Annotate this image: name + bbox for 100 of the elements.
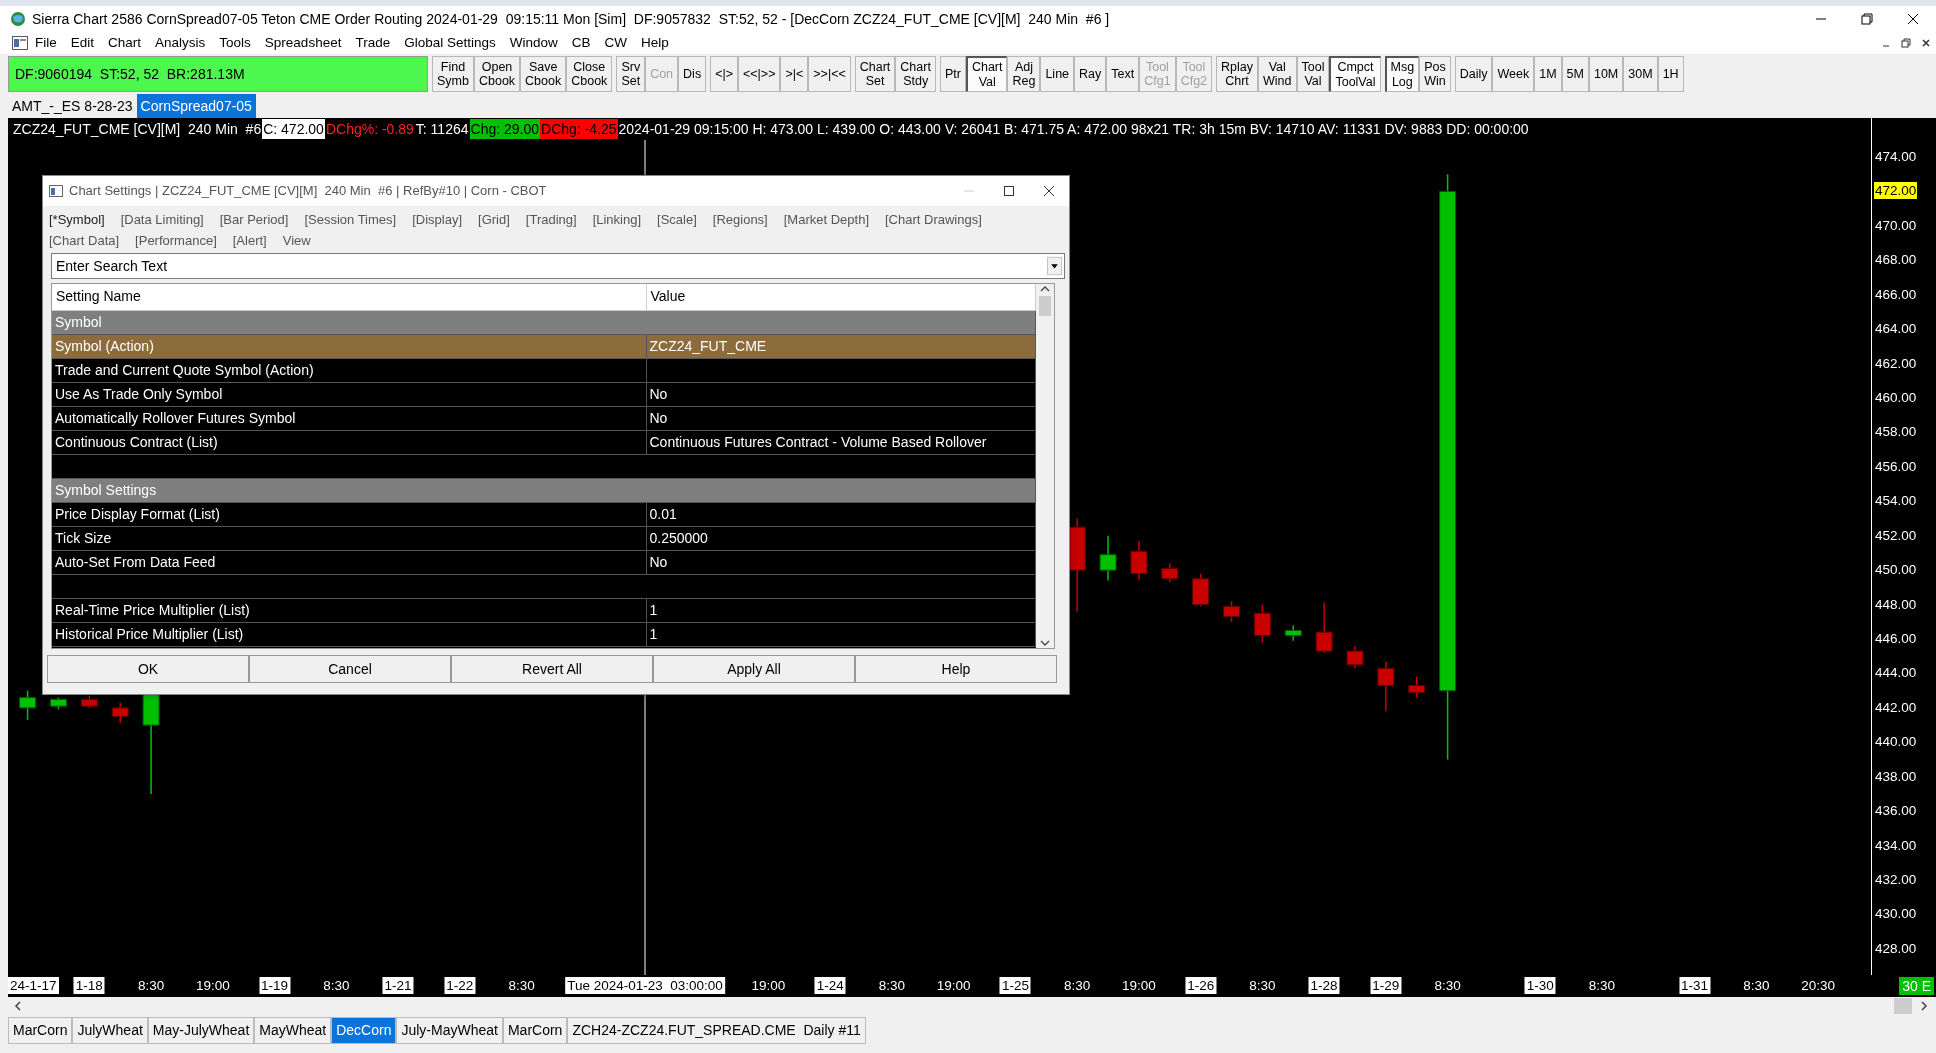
settings-tab[interactable]: [Data Limiting]	[120, 209, 204, 230]
dialog-button[interactable]: Cancel	[249, 655, 451, 683]
settings-tab[interactable]: [Market Depth]	[783, 209, 869, 230]
toolbar-button[interactable]: >|<	[780, 56, 809, 92]
toolbar-button[interactable]: Rplay Chrt	[1216, 56, 1258, 92]
toolbar-button[interactable]: Adj Reg	[1007, 56, 1041, 92]
settings-tab[interactable]: [Linking]	[592, 209, 642, 230]
column-header[interactable]: Value	[646, 284, 1036, 310]
menu-item[interactable]: Spreadsheet	[257, 32, 349, 54]
toolbar-button[interactable]: Cmpct ToolVal	[1329, 56, 1381, 92]
toolbar-button[interactable]: 30M	[1623, 56, 1658, 92]
settings-tab[interactable]: [Scale]	[657, 209, 697, 230]
chart-tab[interactable]: MarCorn	[502, 1017, 568, 1044]
toolbar-button[interactable]: >>|<<	[808, 56, 851, 92]
toolbar-button[interactable]: Ray	[1074, 56, 1107, 92]
toolbar-button[interactable]: Val Wind	[1258, 56, 1297, 92]
scroll-right-icon[interactable]	[1920, 1001, 1928, 1011]
chart-tab[interactable]: JulyWheat	[72, 1017, 148, 1044]
restore-icon[interactable]	[1861, 13, 1873, 25]
menu-item[interactable]: Tools	[212, 32, 258, 54]
dialog-button[interactable]: Apply All	[653, 655, 855, 683]
menu-item[interactable]: Analysis	[148, 32, 213, 54]
chart-tab[interactable]: MayWheat	[254, 1017, 332, 1044]
toolbar-button[interactable]: Open Cbook	[473, 56, 521, 92]
menu-item[interactable]: CW	[597, 32, 634, 54]
scrollbar-thumb[interactable]	[1894, 998, 1912, 1014]
time-label: 19:00	[750, 977, 787, 994]
menu-item[interactable]: Edit	[63, 32, 102, 54]
toolbar-button[interactable]: <<|>>	[738, 56, 781, 92]
toolbar-button[interactable]: Srv Set	[616, 56, 646, 92]
settings-row[interactable]: Historical Price Multiplier (List) 1	[52, 622, 1036, 646]
column-header[interactable]: Setting Name	[52, 284, 646, 310]
chart-tab[interactable]: DecCorn	[331, 1017, 397, 1044]
close-icon[interactable]	[1921, 38, 1931, 48]
settings-tab[interactable]: [Trading]	[525, 209, 577, 230]
settings-row[interactable]: Price Display Format (List) 0.01	[52, 502, 1036, 526]
settings-row[interactable]: Trade and Current Quote Symbol (Action)	[52, 358, 1036, 382]
settings-tab[interactable]: [Chart Drawings]	[885, 209, 982, 230]
menu-item[interactable]: Help	[634, 32, 676, 54]
settings-row[interactable]: Real-Time Price Multiplier (List) 1	[52, 598, 1036, 622]
close-icon[interactable]	[1907, 13, 1919, 25]
dialog-button[interactable]: Help	[855, 655, 1057, 683]
chart-tab[interactable]: ZCH24-ZCZ24.FUT_SPREAD.CME Daily #11	[567, 1017, 866, 1044]
menu-item[interactable]: File	[28, 32, 64, 54]
toolbar-button[interactable]: Text	[1106, 56, 1140, 92]
toolbar-button[interactable]: Chart Stdy	[895, 56, 936, 92]
chartbook-tab[interactable]: CornSpread07-05	[136, 94, 256, 118]
toolbar-button[interactable]: 10M	[1588, 56, 1624, 92]
settings-row[interactable]: Continuous Contract (List) Continuous Futures Contract - Volume Based Rollover	[52, 430, 1036, 454]
toolbar-button[interactable]: Daily	[1454, 56, 1493, 92]
toolbar-button[interactable]: Dis	[678, 56, 707, 92]
settings-tab[interactable]: [Session Times]	[304, 209, 397, 230]
settings-tab[interactable]: [Chart Data]	[49, 230, 120, 251]
chart-tab[interactable]: MarCorn	[8, 1017, 73, 1044]
settings-row[interactable]: Symbol (Action) ZCZ24_FUT_CME	[52, 334, 1036, 358]
settings-tab[interactable]: [Alert]	[232, 230, 267, 251]
settings-tab[interactable]: View	[282, 230, 311, 251]
toolbar-button[interactable]: Chart Set	[854, 56, 896, 92]
toolbar-button[interactable]: Line	[1040, 56, 1075, 92]
toolbar-button[interactable]: 1H	[1657, 56, 1684, 92]
dialog-button[interactable]: Revert All	[451, 655, 653, 683]
toolbar-button[interactable]: Ptr	[939, 56, 966, 92]
toolbar-button[interactable]: Close Cbook	[566, 56, 613, 92]
menu-item[interactable]: Chart	[101, 32, 149, 54]
toolbar-button[interactable]: 1M	[1534, 56, 1562, 92]
toolbar-button[interactable]: Msg Log	[1384, 56, 1420, 92]
toolbar-button[interactable]: Tool Val	[1296, 56, 1330, 92]
scroll-down-icon[interactable]	[1040, 638, 1050, 648]
chart-tab[interactable]: May-JulyWheat	[147, 1017, 255, 1044]
settings-row[interactable]: Use As Trade Only Symbol No	[52, 382, 1036, 406]
toolbar-button[interactable]: 5M	[1561, 56, 1589, 92]
menu-item[interactable]: Global Settings	[397, 32, 503, 54]
date-label: 1-22	[444, 977, 476, 994]
menu-item[interactable]: Trade	[348, 32, 398, 54]
toolbar-button[interactable]: Chart Val	[965, 56, 1008, 92]
settings-row[interactable]: Automatically Rollover Futures Symbol No	[52, 406, 1036, 430]
dialog-button[interactable]: OK	[47, 655, 249, 683]
settings-tab[interactable]: [*Symbol]	[49, 209, 105, 230]
chartbook-tab[interactable]: AMT_-_ES 8-28-23	[8, 94, 137, 118]
settings-tab[interactable]: [Regions]	[712, 209, 768, 230]
settings-tab[interactable]: [Grid]	[478, 209, 510, 230]
chart-tab[interactable]: July-MayWheat	[396, 1017, 503, 1044]
scrollbar-thumb[interactable]	[1039, 296, 1051, 316]
toolbar-button[interactable]: Week	[1492, 56, 1535, 92]
toolbar-button[interactable]: Save Cbook	[520, 56, 567, 92]
settings-tab[interactable]: [Performance]	[135, 230, 217, 251]
settings-tab[interactable]: [Display]	[412, 209, 462, 230]
restore-icon[interactable]	[1901, 38, 1911, 48]
settings-row[interactable]: Auto-Set From Data Feed No	[52, 550, 1036, 574]
settings-tab[interactable]: [Bar Period]	[219, 209, 289, 230]
toolbar-button[interactable]: Pos Win	[1419, 56, 1451, 92]
scroll-left-icon[interactable]	[14, 1001, 22, 1011]
menu-item[interactable]: CB	[564, 32, 598, 54]
toolbar-button[interactable]: <|>	[710, 56, 738, 92]
close-icon[interactable]	[1043, 185, 1055, 197]
toolbar-button[interactable]: Find Symb	[432, 56, 474, 92]
scroll-up-icon[interactable]	[1040, 284, 1050, 294]
menu-item[interactable]: Window	[502, 32, 565, 54]
maximize-icon[interactable]	[1003, 185, 1015, 197]
settings-row[interactable]: Tick Size 0.250000	[52, 526, 1036, 550]
